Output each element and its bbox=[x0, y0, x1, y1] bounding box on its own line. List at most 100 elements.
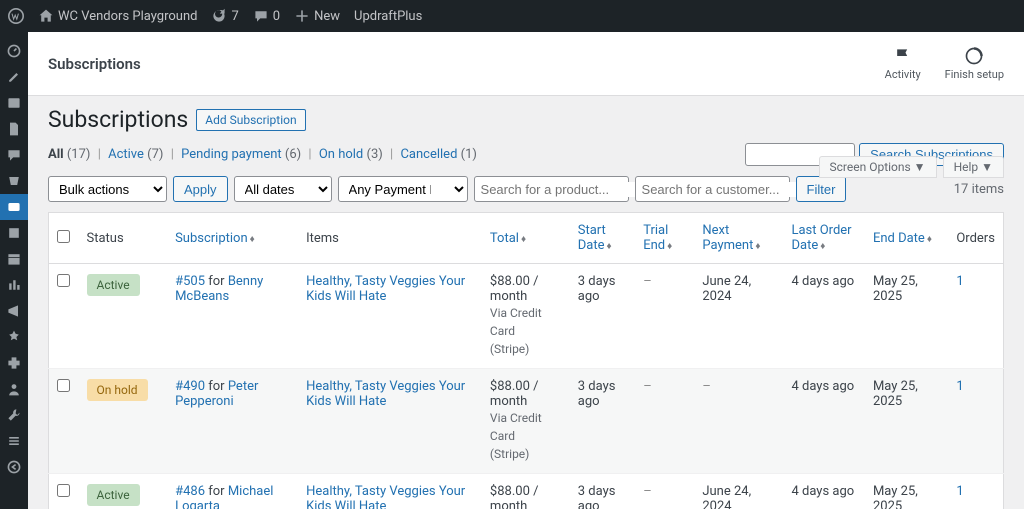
status-badge: Active bbox=[87, 274, 140, 296]
sidebar-settings[interactable] bbox=[0, 428, 28, 454]
sidebar-tools[interactable] bbox=[0, 402, 28, 428]
total-value: $88.00 / month bbox=[490, 484, 539, 509]
page-title: Subscriptions bbox=[48, 106, 188, 133]
sidebar-plugins[interactable] bbox=[0, 350, 28, 376]
payment-via: Via Credit Card (Stripe) bbox=[490, 411, 542, 461]
view-all[interactable]: All bbox=[48, 147, 64, 162]
next-payment: June 24, 2024 bbox=[694, 474, 783, 509]
table-row: On hold#490 for Peter PepperoniHealthy, … bbox=[49, 369, 1004, 474]
comments-link[interactable]: 0 bbox=[253, 8, 280, 24]
filter-button[interactable]: Filter bbox=[796, 176, 847, 202]
site-name-text: WC Vendors Playground bbox=[58, 9, 197, 24]
add-subscription-button[interactable]: Add Subscription bbox=[196, 109, 305, 131]
screen-options-button[interactable]: Screen Options ▼ bbox=[819, 156, 937, 178]
view-pending[interactable]: Pending payment bbox=[181, 147, 282, 162]
view-cancelled[interactable]: Cancelled bbox=[400, 147, 457, 162]
new-content-link[interactable]: New bbox=[294, 8, 340, 24]
table-row: Active#486 for Michael LogartaHealthy, T… bbox=[49, 474, 1004, 509]
sidebar-posts[interactable] bbox=[0, 64, 28, 90]
col-end-date[interactable]: End Date♦ bbox=[873, 231, 932, 246]
sidebar-pages[interactable] bbox=[0, 116, 28, 142]
row-checkbox[interactable] bbox=[57, 274, 70, 287]
items-link[interactable]: Healthy, Tasty Veggies Your Kids Will Ha… bbox=[306, 484, 465, 509]
updates-link[interactable]: 7 bbox=[211, 8, 238, 24]
status-badge: Active bbox=[87, 484, 140, 506]
for-text: for bbox=[205, 484, 228, 499]
payment-method-select[interactable]: Any Payment Method bbox=[338, 176, 468, 202]
product-search-combo[interactable]: ▼ bbox=[474, 176, 629, 202]
sidebar-collapse[interactable] bbox=[0, 454, 28, 480]
col-next-payment[interactable]: Next Payment♦ bbox=[702, 223, 760, 253]
col-items: Items bbox=[298, 213, 482, 264]
end-date: May 25, 2025 bbox=[865, 264, 948, 369]
row-checkbox[interactable] bbox=[57, 484, 70, 497]
view-active-count: (7) bbox=[147, 147, 163, 162]
start-date: 3 days ago bbox=[570, 264, 635, 369]
updates-count: 7 bbox=[231, 9, 238, 24]
total-value: $88.00 / month bbox=[490, 379, 539, 409]
orders-link[interactable]: 1 bbox=[956, 379, 963, 394]
sidebar-appearance[interactable] bbox=[0, 324, 28, 350]
sidebar-users[interactable] bbox=[0, 376, 28, 402]
sidebar-subscriptions[interactable] bbox=[0, 194, 28, 220]
sidebar-calendar[interactable] bbox=[0, 246, 28, 272]
view-active[interactable]: Active bbox=[108, 147, 144, 162]
dates-select[interactable]: All dates bbox=[234, 176, 332, 202]
updraftplus-link[interactable]: UpdraftPlus bbox=[354, 9, 422, 24]
finish-setup-button[interactable]: Finish setup bbox=[945, 46, 1004, 81]
sidebar-analytics[interactable] bbox=[0, 272, 28, 298]
for-text: for bbox=[205, 379, 228, 394]
col-start-date[interactable]: Start Date♦ bbox=[578, 223, 612, 253]
items-link[interactable]: Healthy, Tasty Veggies Your Kids Will Ha… bbox=[306, 274, 465, 304]
product-search-input[interactable] bbox=[481, 182, 657, 197]
admin-sidebar bbox=[0, 32, 28, 509]
end-date: May 25, 2025 bbox=[865, 369, 948, 474]
customer-search-input[interactable] bbox=[642, 182, 818, 197]
total-value: $88.00 / month bbox=[490, 274, 539, 304]
sidebar-marketing[interactable] bbox=[0, 298, 28, 324]
wp-logo-icon[interactable] bbox=[8, 8, 24, 24]
comments-count: 0 bbox=[273, 9, 280, 24]
site-name-link[interactable]: WC Vendors Playground bbox=[38, 8, 197, 24]
header-title: Subscriptions bbox=[48, 55, 141, 73]
sidebar-dashboard[interactable] bbox=[0, 38, 28, 64]
start-date: 3 days ago bbox=[570, 369, 635, 474]
next-payment: June 24, 2024 bbox=[694, 264, 783, 369]
customer-search-combo[interactable]: ▼ bbox=[635, 176, 790, 202]
woocommerce-header: Subscriptions Activity Finish setup bbox=[28, 32, 1024, 96]
sidebar-media[interactable] bbox=[0, 90, 28, 116]
progress-icon bbox=[964, 46, 984, 66]
help-button[interactable]: Help ▼ bbox=[943, 156, 1004, 178]
subscription-id-link[interactable]: #505 bbox=[175, 274, 205, 289]
view-hold-count: (3) bbox=[367, 147, 383, 162]
items-link[interactable]: Healthy, Tasty Veggies Your Kids Will Ha… bbox=[306, 379, 465, 409]
bulk-actions-select[interactable]: Bulk actions bbox=[48, 176, 167, 202]
col-trial-end[interactable]: Trial End♦ bbox=[643, 223, 672, 253]
wp-admin-bar: WC Vendors Playground 7 0 New UpdraftPlu… bbox=[0, 0, 1024, 32]
status-badge: On hold bbox=[87, 379, 148, 401]
activity-button[interactable]: Activity bbox=[885, 46, 921, 81]
select-all-checkbox[interactable] bbox=[57, 230, 70, 243]
payment-via: Via Credit Card (Stripe) bbox=[490, 306, 542, 356]
last-order-date: 4 days ago bbox=[783, 264, 864, 369]
updraftplus-text: UpdraftPlus bbox=[354, 9, 422, 24]
orders-link[interactable]: 1 bbox=[956, 484, 963, 499]
subscription-id-link[interactable]: #486 bbox=[175, 484, 205, 499]
subscription-id-link[interactable]: #490 bbox=[175, 379, 205, 394]
apply-button[interactable]: Apply bbox=[173, 176, 228, 202]
activity-label: Activity bbox=[885, 68, 921, 81]
sidebar-woocommerce[interactable] bbox=[0, 168, 28, 194]
sidebar-comments[interactable] bbox=[0, 142, 28, 168]
col-last-order-date[interactable]: Last Order Date♦ bbox=[791, 223, 851, 253]
orders-link[interactable]: 1 bbox=[956, 274, 963, 289]
col-total[interactable]: Total♦ bbox=[490, 231, 526, 246]
flag-icon bbox=[893, 46, 913, 66]
end-date: May 25, 2025 bbox=[865, 474, 948, 509]
subscriptions-table: Status Subscription♦ Items Total♦ Start … bbox=[48, 212, 1004, 509]
view-on-hold[interactable]: On hold bbox=[319, 147, 363, 162]
col-orders: Orders bbox=[948, 213, 1003, 264]
last-order-date: 4 days ago bbox=[783, 474, 864, 509]
sidebar-products[interactable] bbox=[0, 220, 28, 246]
row-checkbox[interactable] bbox=[57, 379, 70, 392]
col-subscription[interactable]: Subscription♦ bbox=[175, 231, 255, 246]
